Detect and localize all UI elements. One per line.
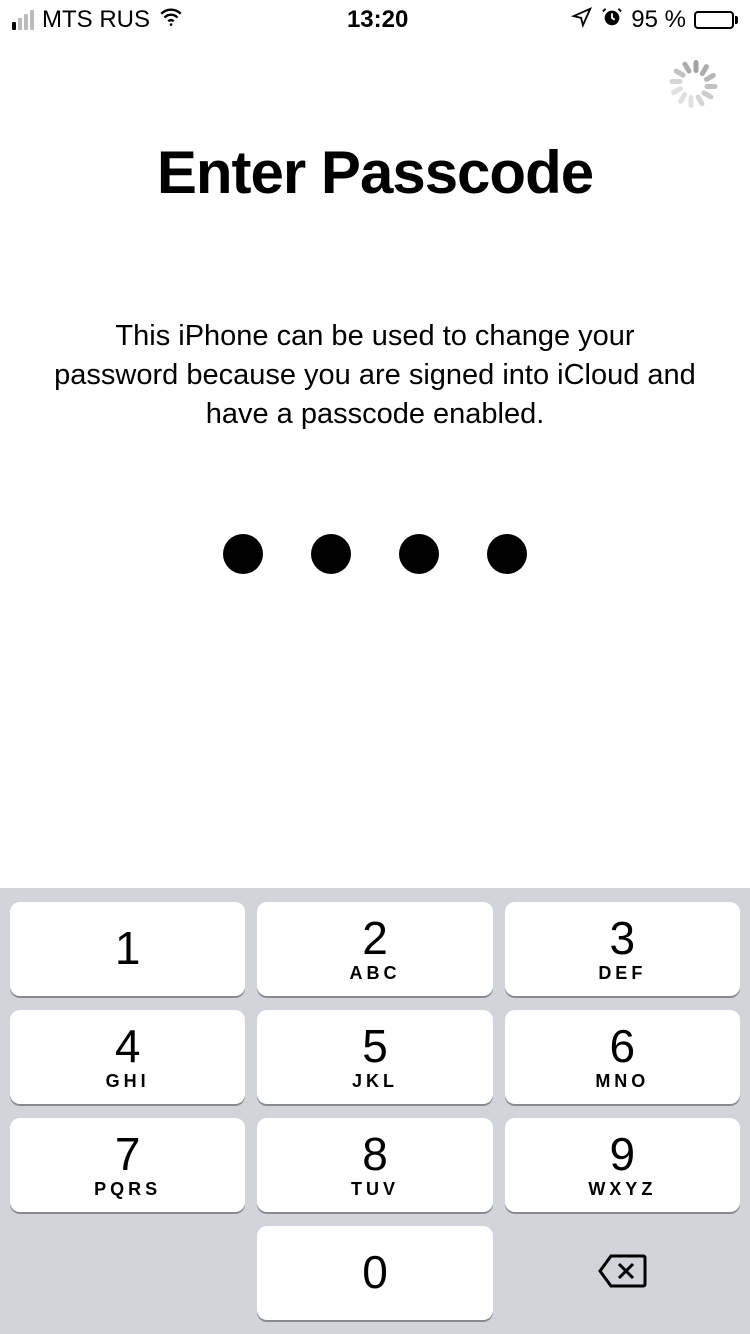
backspace-icon [597, 1252, 647, 1295]
status-bar: MTS RUS 13:20 95 % [0, 0, 750, 40]
keypad-digit: 2 [362, 915, 388, 961]
numeric-keypad: 1 2 ABC 3 DEF 4 GHI 5 JKL 6 MNO 7 PQRS 8… [0, 888, 750, 1334]
alarm-icon [601, 6, 623, 35]
signal-icon [12, 10, 34, 30]
keypad-digit: 0 [362, 1249, 388, 1295]
keypad-letters: DEF [598, 963, 646, 984]
keypad-key-5[interactable]: 5 JKL [257, 1010, 492, 1104]
keypad-letters: TUV [351, 1179, 399, 1200]
keypad-key-2[interactable]: 2 ABC [257, 902, 492, 996]
keypad-empty-slot [10, 1226, 245, 1320]
keypad-key-8[interactable]: 8 TUV [257, 1118, 492, 1212]
keypad-key-7[interactable]: 7 PQRS [10, 1118, 245, 1212]
status-left: MTS RUS [12, 4, 184, 37]
page-title: Enter Passcode [157, 138, 593, 207]
keypad-letters: JKL [352, 1071, 398, 1092]
passcode-dots [223, 534, 527, 574]
keypad-key-9[interactable]: 9 WXYZ [505, 1118, 740, 1212]
keypad-key-3[interactable]: 3 DEF [505, 902, 740, 996]
keypad-key-4[interactable]: 4 GHI [10, 1010, 245, 1104]
keypad-letters: WXYZ [588, 1179, 656, 1200]
passcode-dot [399, 534, 439, 574]
keypad-digit: 3 [610, 915, 636, 961]
keypad-letters: PQRS [94, 1179, 161, 1200]
keypad-digit: 7 [115, 1131, 141, 1177]
keypad-digit: 6 [610, 1023, 636, 1069]
page-description: This iPhone can be used to change your p… [40, 317, 710, 434]
keypad-letters: MNO [595, 1071, 649, 1092]
passcode-dot [487, 534, 527, 574]
passcode-dot [223, 534, 263, 574]
status-time: 13:20 [347, 6, 408, 34]
keypad-key-6[interactable]: 6 MNO [505, 1010, 740, 1104]
loading-spinner-icon [672, 60, 720, 108]
keypad-digit: 5 [362, 1023, 388, 1069]
status-right: 95 % [571, 6, 738, 35]
spinner-row [0, 40, 750, 108]
carrier-name: MTS RUS [42, 6, 150, 34]
passcode-dot [311, 534, 351, 574]
battery-icon [694, 11, 738, 29]
keypad-digit: 9 [610, 1131, 636, 1177]
keypad-letters: ABC [349, 963, 400, 984]
keypad-digit: 1 [115, 925, 141, 971]
keypad-key-1[interactable]: 1 [10, 902, 245, 996]
content-area: Enter Passcode This iPhone can be used t… [0, 108, 750, 888]
keypad-digit: 8 [362, 1131, 388, 1177]
wifi-icon [158, 4, 184, 37]
battery-percent: 95 % [631, 6, 686, 34]
keypad-delete-button[interactable] [505, 1226, 740, 1320]
keypad-key-0[interactable]: 0 [257, 1226, 492, 1320]
keypad-digit: 4 [115, 1023, 141, 1069]
location-icon [571, 6, 593, 35]
keypad-letters: GHI [106, 1071, 150, 1092]
